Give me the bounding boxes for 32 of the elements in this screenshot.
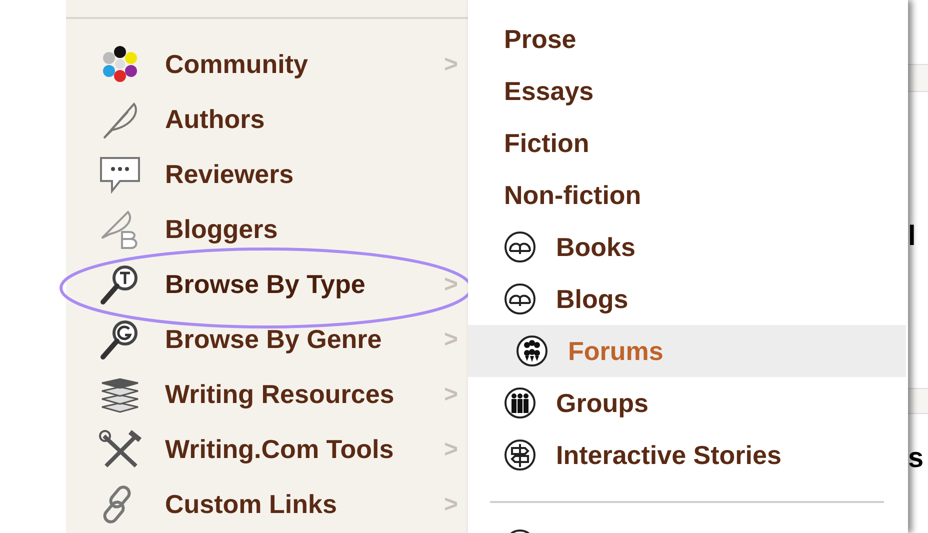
- menu-item[interactable]: Writing.Com Tools >: [66, 422, 468, 477]
- menu-item[interactable]: Bloggers: [66, 202, 468, 257]
- page-section-bar: [908, 388, 928, 414]
- submenu-item[interactable]: Blogs: [468, 273, 906, 325]
- chevron-icon: >: [444, 46, 458, 82]
- submenu-item[interactable]: Interactive Stories: [468, 429, 906, 481]
- menu-item[interactable]: Writing Resources >: [66, 367, 468, 422]
- page-section-bar: [908, 64, 928, 92]
- menu-item[interactable]: Reviewers: [66, 147, 468, 202]
- crowd-icon: [516, 335, 548, 367]
- signpost-icon: [504, 439, 536, 471]
- menu-item[interactable]: Authors: [66, 92, 468, 147]
- open-book-icon: [504, 231, 536, 263]
- submenu-item[interactable]: Fiction: [468, 117, 906, 169]
- submenu-item[interactable]: Non-fiction: [468, 169, 906, 221]
- chevron-icon: >: [444, 266, 458, 302]
- open-book-icon: [504, 283, 536, 315]
- submenu-item[interactable]: Forums: [468, 325, 906, 377]
- chevron-icon: >: [444, 432, 458, 468]
- page-text-fragment: l: [908, 222, 917, 250]
- group-icon: [504, 387, 536, 419]
- chevron-icon: >: [444, 376, 458, 412]
- submenu-item[interactable]: Books: [468, 221, 906, 273]
- submenu-item[interactable]: Prose: [468, 13, 906, 65]
- chevron-icon: >: [444, 322, 458, 358]
- menu-item[interactable]: Community >: [66, 37, 468, 92]
- menu-item[interactable]: Custom Links >: [66, 477, 468, 532]
- submenu-item[interactable]: Essays: [468, 65, 906, 117]
- chevron-icon: >: [444, 486, 458, 522]
- menu-item[interactable]: Browse By Genre >: [66, 312, 468, 367]
- page-text-fragment: s: [908, 444, 925, 472]
- submenu-item[interactable]: Groups: [468, 377, 906, 429]
